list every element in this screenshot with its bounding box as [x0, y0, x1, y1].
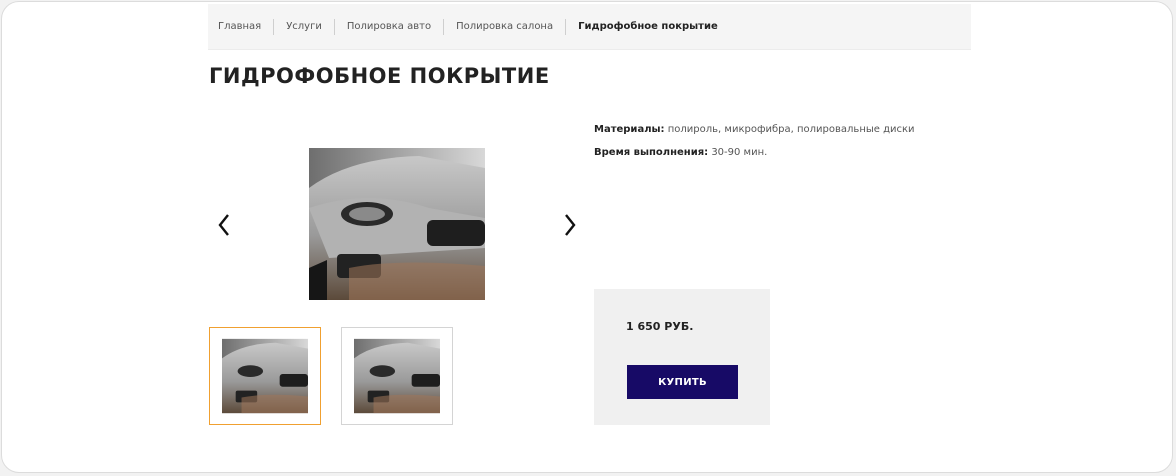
car-photo: [309, 148, 485, 300]
buy-button[interactable]: КУПИТЬ: [627, 365, 738, 399]
breadcrumb-item-home[interactable]: Главная: [218, 18, 275, 35]
gallery-prev-button[interactable]: [213, 210, 235, 240]
car-thumbnail-photo: [354, 338, 440, 414]
price-value: 1 650 РУБ.: [626, 320, 694, 333]
price-box: 1 650 РУБ. КУПИТЬ: [594, 289, 770, 425]
duration-label: Время выполнения:: [594, 147, 709, 158]
materials-info: Материалы: полироль, микрофибра, полиров…: [594, 124, 915, 135]
materials-label: Материалы:: [594, 124, 665, 135]
main-product-image: [309, 148, 485, 300]
breadcrumb-item-car-polishing[interactable]: Полировка авто: [335, 18, 445, 35]
gallery-thumbnail-1[interactable]: [209, 327, 321, 425]
page-title: ГИДРОФОБНОЕ ПОКРЫТИЕ: [209, 64, 550, 88]
duration-value: 30-90 мин.: [708, 147, 768, 158]
gallery-next-button[interactable]: [559, 210, 581, 240]
materials-value: полироль, микрофибра, полировальные диск…: [664, 124, 915, 135]
car-thumbnail-photo: [222, 338, 308, 414]
chevron-left-icon: [218, 214, 229, 236]
chevron-right-icon: [565, 214, 576, 236]
breadcrumb-item-services[interactable]: Услуги: [274, 18, 335, 35]
page-frame: Главная Услуги Полировка авто Полировка …: [1, 1, 1173, 473]
breadcrumb-item-interior-polishing[interactable]: Полировка салона: [444, 18, 567, 35]
duration-info: Время выполнения: 30-90 мин.: [594, 147, 767, 158]
gallery-thumbnail-2[interactable]: [341, 327, 453, 425]
breadcrumb: Главная Услуги Полировка авто Полировка …: [208, 4, 971, 50]
breadcrumb-item-current: Гидрофобное покрытие: [578, 20, 718, 32]
